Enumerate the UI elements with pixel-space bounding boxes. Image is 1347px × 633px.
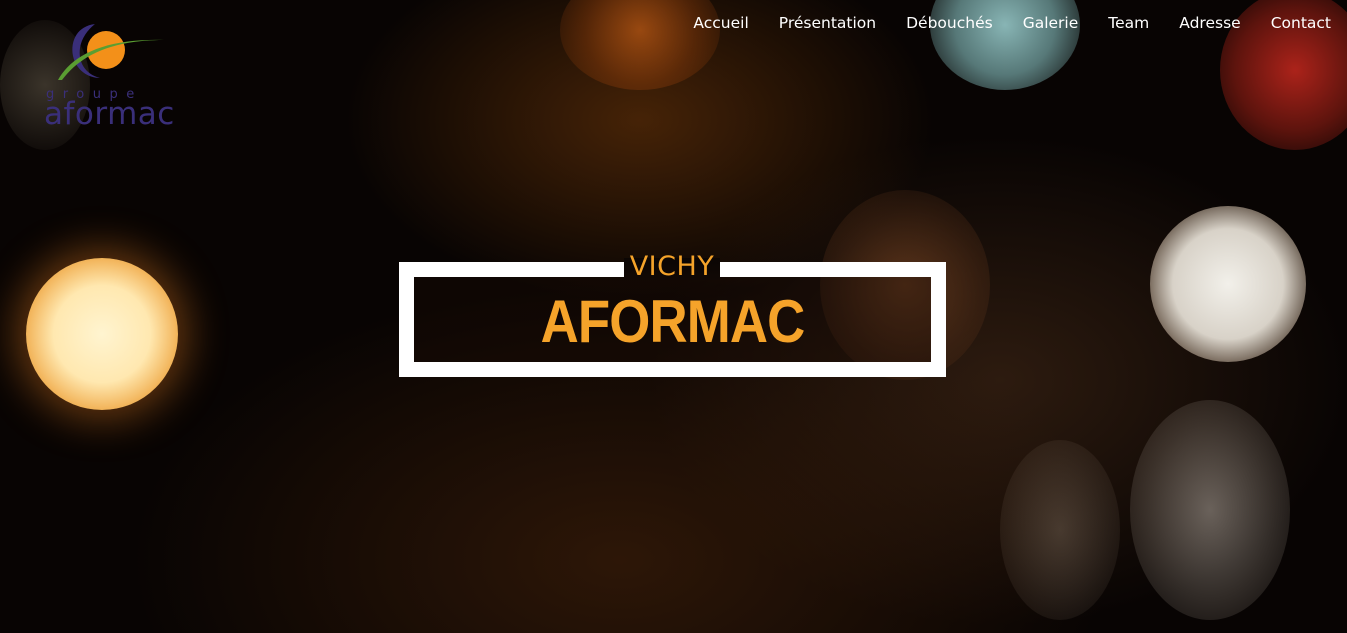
- main-navigation: Accueil Présentation Débouchés Galerie T…: [693, 14, 1331, 32]
- nav-item-contact[interactable]: Contact: [1271, 14, 1331, 32]
- hero-section: groupe aformac Accueil Présentation Débo…: [0, 0, 1347, 633]
- nav-item-adresse[interactable]: Adresse: [1179, 14, 1240, 32]
- logo-wordmark: aformac: [44, 96, 175, 132]
- nav-item-accueil[interactable]: Accueil: [693, 14, 748, 32]
- nav-item-galerie[interactable]: Galerie: [1023, 14, 1079, 32]
- bokeh-light: [1150, 206, 1306, 362]
- hero-title: AFORMAC: [540, 288, 806, 355]
- nav-item-team[interactable]: Team: [1108, 14, 1149, 32]
- bokeh-light: [1000, 440, 1120, 620]
- brand-logo[interactable]: groupe aformac: [40, 18, 180, 136]
- bokeh-light: [26, 258, 178, 410]
- nav-item-presentation[interactable]: Présentation: [779, 14, 876, 32]
- hero-subtitle: VICHY: [629, 251, 715, 282]
- bokeh-light: [1130, 400, 1290, 620]
- nav-item-debouches[interactable]: Débouchés: [906, 14, 993, 32]
- logo-emblem-icon: [58, 24, 164, 80]
